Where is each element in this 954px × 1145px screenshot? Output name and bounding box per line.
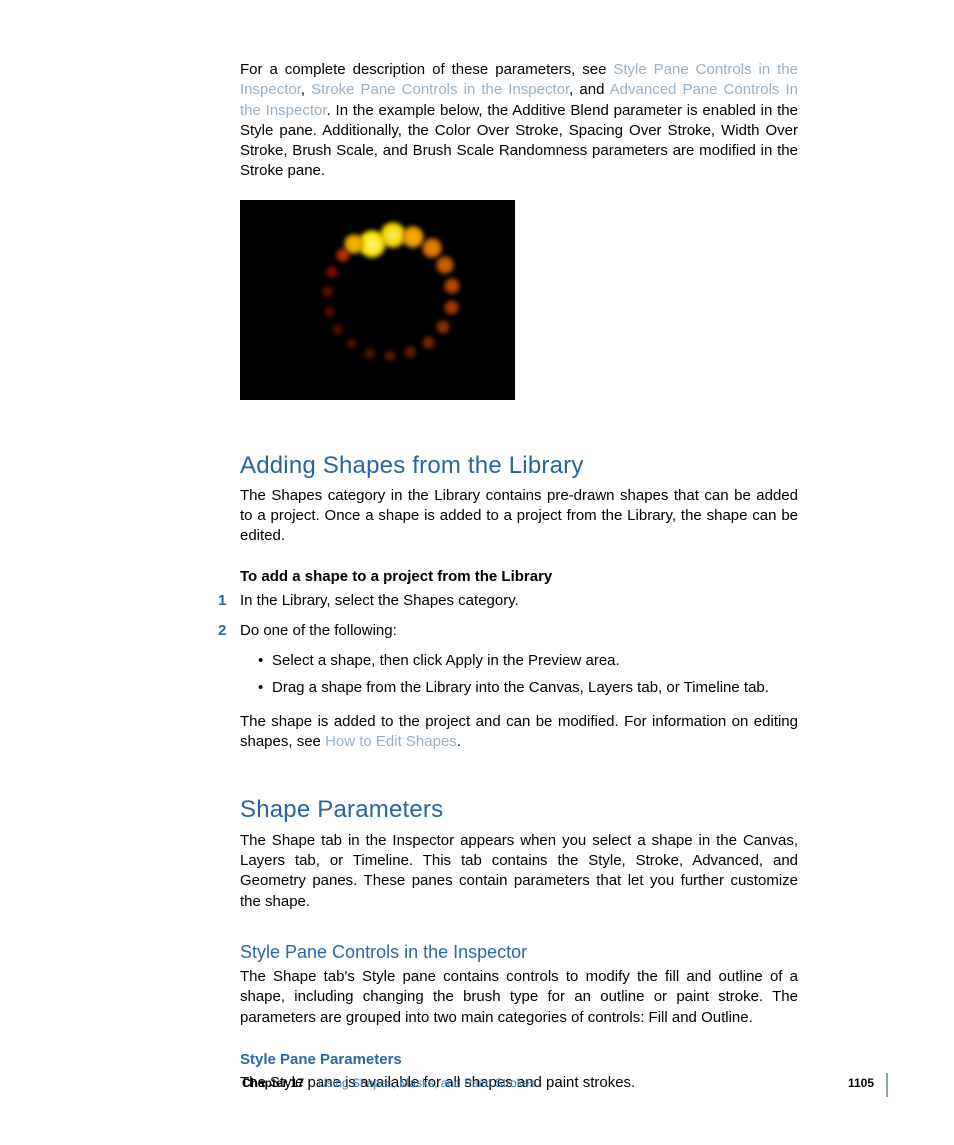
step-1-number: 1 bbox=[218, 591, 226, 611]
subheading-style-pane-parameters: Style Pane Parameters bbox=[240, 1050, 798, 1070]
step-1-text: In the Library, select the Shapes catego… bbox=[240, 592, 519, 609]
link-stroke-pane[interactable]: Stroke Pane Controls in the Inspector bbox=[311, 81, 569, 98]
footer-divider bbox=[886, 1073, 888, 1097]
shape-parameters-paragraph: The Shape tab in the Inspector appears w… bbox=[240, 831, 798, 912]
heading-adding-shapes: Adding Shapes from the Library bbox=[240, 450, 798, 482]
intro-text-0: For a complete description of these para… bbox=[240, 61, 613, 78]
bullet-drag-shape: Drag a shape from the Library into the C… bbox=[258, 678, 798, 698]
subheading-style-pane: Style Pane Controls in the Inspector bbox=[240, 940, 798, 964]
closing-text-a: The shape is added to the project and ca… bbox=[240, 713, 798, 750]
adding-shapes-paragraph: The Shapes category in the Library conta… bbox=[240, 486, 798, 547]
intro-text-1: , bbox=[301, 81, 311, 98]
link-how-to-edit-shapes[interactable]: How to Edit Shapes bbox=[325, 733, 457, 750]
task-title: To add a shape to a project from the Lib… bbox=[240, 567, 798, 587]
footer-title: Using Shapes, Masks, and Paint Strokes bbox=[318, 1075, 535, 1091]
intro-text-2: , and bbox=[569, 81, 610, 98]
closing-paragraph: The shape is added to the project and ca… bbox=[240, 712, 798, 753]
step-2: 2 Do one of the following: bbox=[240, 621, 798, 641]
step-2-text: Do one of the following: bbox=[240, 622, 397, 639]
footer-page-number: 1105 bbox=[848, 1075, 874, 1091]
step-1: 1 In the Library, select the Shapes cate… bbox=[240, 591, 798, 611]
footer-chapter: Chapter 17 bbox=[242, 1075, 304, 1091]
step-2-number: 2 bbox=[218, 621, 226, 641]
bullet-select-shape: Select a shape, then click Apply in the … bbox=[258, 651, 798, 671]
heading-shape-parameters: Shape Parameters bbox=[240, 794, 798, 826]
style-pane-paragraph: The Shape tab's Style pane contains cont… bbox=[240, 967, 798, 1028]
page-footer: Chapter 17 Using Shapes, Masks, and Pain… bbox=[242, 1075, 874, 1091]
closing-text-b: . bbox=[457, 733, 461, 750]
intro-paragraph: For a complete description of these para… bbox=[240, 60, 798, 182]
paint-stroke-example-image bbox=[240, 200, 515, 400]
